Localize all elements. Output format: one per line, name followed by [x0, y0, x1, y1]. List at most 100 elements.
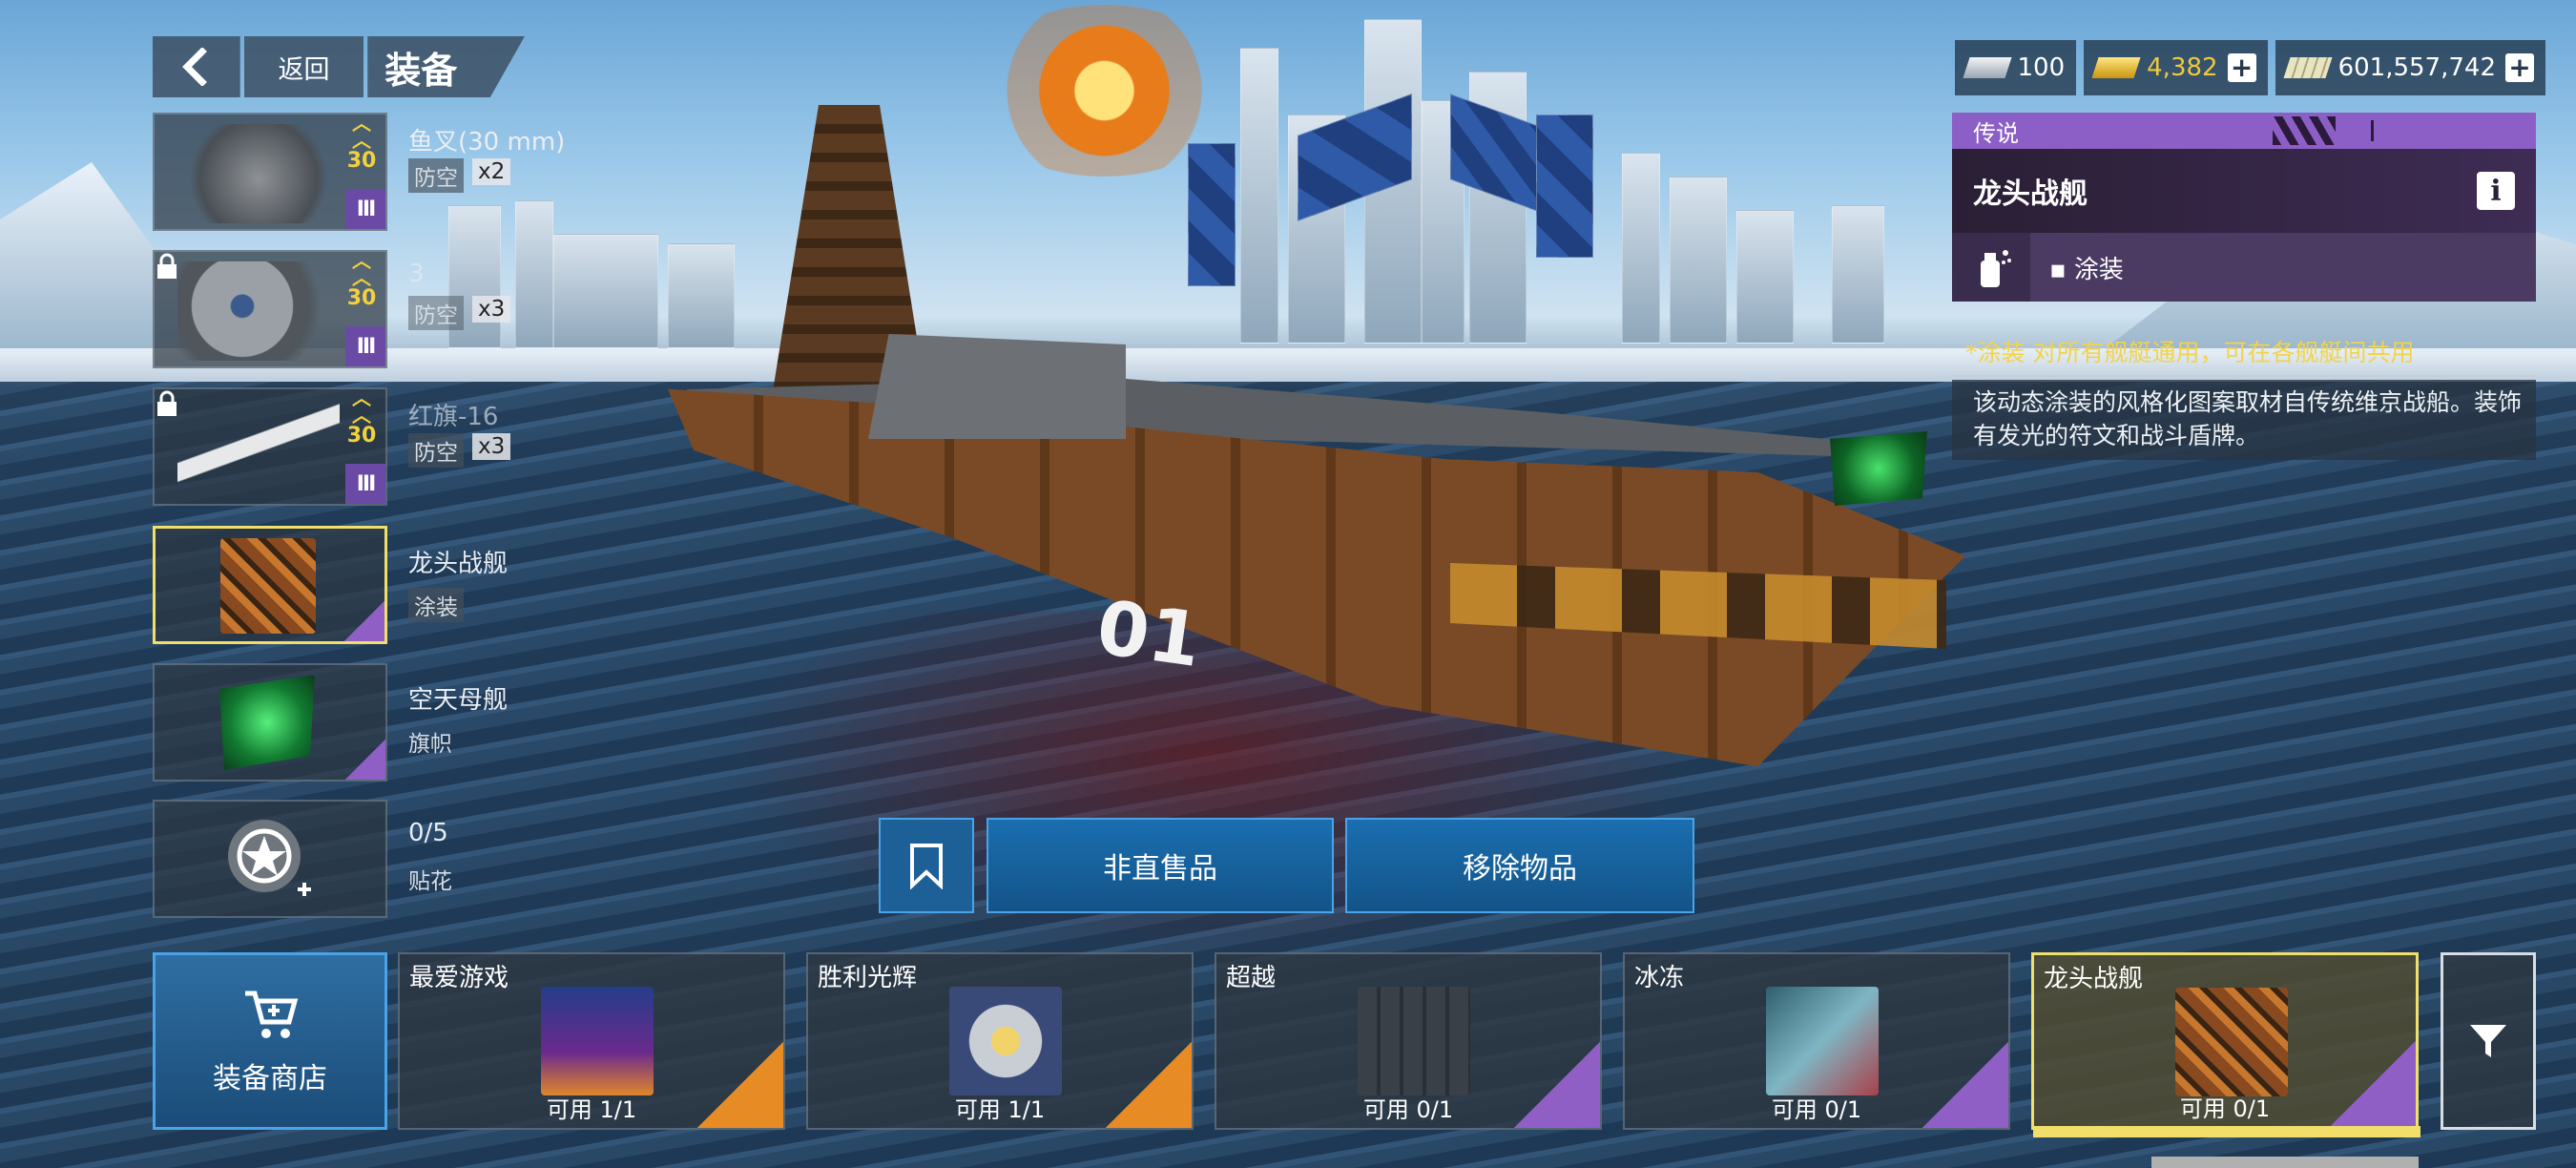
selected-underline: [2033, 1126, 2420, 1137]
skin-name: 龙头战舰: [408, 550, 509, 578]
lock-icon: [157, 253, 177, 279]
building: [1536, 115, 1593, 258]
weapon-count: x3: [472, 296, 511, 323]
weapon-radar-image: [177, 261, 340, 361]
flag-name: 空天母舰: [408, 686, 509, 715]
lock-icon: [157, 390, 177, 416]
green-flag-image: [219, 675, 315, 770]
skin-type: 涂装: [408, 588, 464, 622]
rarity-corner: [344, 601, 384, 641]
weapon-type: 防空: [408, 296, 464, 330]
collection-availability: 可用 1/1: [954, 1096, 1046, 1123]
filter-button[interactable]: [2441, 952, 2536, 1130]
money-amount: 601,557,742: [2337, 53, 2496, 82]
share-notice: *涂装 对所有舰艇通用，可在各舰艇间共用: [1965, 339, 2415, 366]
weapon-level: ︿ ︿ 30: [346, 249, 377, 310]
building: [1240, 48, 1278, 344]
collection-availability: 可用 1/1: [546, 1096, 637, 1123]
victory-star-image: [949, 987, 1062, 1095]
silver-bar-icon: [1962, 57, 2012, 78]
rarity-corner: [345, 740, 385, 780]
weapon-missile-image: [177, 399, 340, 498]
building: [515, 200, 553, 348]
info-button[interactable]: i: [2477, 172, 2515, 210]
gold-bar-icon: [2091, 57, 2141, 78]
mw4-collection-image: [541, 987, 654, 1095]
collection-availability: 可用 0/1: [1362, 1096, 1454, 1123]
ship-turret: [868, 334, 1126, 439]
skin-slot[interactable]: [153, 526, 387, 644]
shopping-cart-icon: [245, 991, 299, 1038]
back-label[interactable]: 返回: [243, 36, 364, 97]
tier-badge: III: [345, 326, 385, 366]
collection-name: 龙头战舰: [2044, 965, 2144, 993]
page-title: 装备: [367, 36, 525, 97]
shop-label: 装备商店: [213, 1062, 327, 1095]
rarity-tick: [2371, 120, 2374, 141]
add-money-button[interactable]: +: [2505, 53, 2534, 82]
collection-name: 超越: [1226, 964, 1277, 992]
collection-card[interactable]: 最爱游戏 可用 1/1: [398, 952, 785, 1130]
weapon-level: ︿ ︿ 30: [346, 112, 377, 173]
skin-title-box: 龙头战舰 i: [1952, 149, 2536, 233]
building: [1622, 153, 1660, 344]
hull-number: 01: [1091, 584, 1207, 685]
top-nav: 返回 装备: [153, 36, 525, 97]
remove-item-button[interactable]: 移除物品: [1345, 818, 1694, 913]
decal-type: 贴花: [408, 869, 452, 894]
equipment-shop-button[interactable]: 装备商店: [153, 952, 387, 1130]
silver-amount: 100: [2017, 53, 2066, 82]
equipment-slot-3[interactable]: ︿ ︿ 30 III: [153, 387, 387, 506]
weapon-name: 鱼叉(30 mm): [408, 128, 566, 156]
gold-amount: 4,382: [2147, 53, 2218, 82]
building: [1188, 143, 1236, 286]
collection-availability: 可用 0/1: [2179, 1095, 2271, 1122]
equipment-slot-2[interactable]: ︿ ︿ 30 III: [153, 250, 387, 368]
flag-type: 旗帜: [408, 732, 452, 757]
currency-silver: 100: [1954, 40, 2077, 95]
viking-skin-image: [220, 538, 316, 634]
bookmark-button[interactable]: [879, 818, 974, 913]
collection-card[interactable]: 冰冻 可用 0/1: [1623, 952, 2010, 1130]
currency-money: 601,557,742 +: [2275, 40, 2545, 95]
collection-card-selected[interactable]: 龙头战舰 可用 0/1: [2031, 952, 2419, 1130]
building: [553, 234, 658, 348]
weapon-count: x2: [472, 158, 511, 185]
weapon-type: 防空: [408, 158, 464, 193]
equipment-slot-1[interactable]: ︿ ︿ 30 III: [153, 113, 387, 231]
viking-skin-image: [2175, 988, 2288, 1096]
add-decal-icon: [228, 820, 311, 896]
collection-name: 胜利光辉: [818, 964, 918, 992]
collection-availability: 可用 0/1: [1771, 1096, 1862, 1123]
weapon-turret-image: [177, 124, 340, 223]
flag-slot[interactable]: [153, 663, 387, 782]
decal-slot[interactable]: [153, 800, 387, 918]
filter-icon: [2470, 1025, 2506, 1057]
weapon-level: ︿ ︿ 30: [346, 386, 377, 448]
divider: [1952, 375, 2536, 377]
weapon-name: 3: [408, 260, 425, 288]
rarity-bar: 传说: [1952, 113, 2536, 149]
frozen-collection-image: [1766, 987, 1879, 1095]
currency-gold: 4,382 +: [2084, 40, 2268, 95]
building: [1736, 210, 1794, 344]
chevron-left-icon: [181, 48, 207, 86]
building: [1670, 177, 1727, 344]
tier-badge: III: [345, 464, 385, 504]
weapon-name: 红旗-16: [408, 403, 499, 431]
building: [668, 243, 735, 348]
not-for-sale-button[interactable]: 非直售品: [987, 818, 1334, 913]
currency-bar: 100 4,382 + 601,557,742 +: [1954, 40, 2545, 95]
bookmark-icon: [910, 844, 943, 889]
back-button[interactable]: [153, 36, 240, 97]
money-stack-icon: [2283, 57, 2333, 78]
collection-card[interactable]: 胜利光辉 可用 1/1: [806, 952, 1194, 1130]
transcend-collection-image: [1358, 987, 1470, 1095]
collection-card[interactable]: 超越 可用 0/1: [1215, 952, 1602, 1130]
weapon-type: 防空: [408, 433, 464, 468]
add-gold-button[interactable]: +: [2227, 53, 2256, 82]
rarity-label: 传说: [1973, 119, 2019, 147]
weapon-count: x3: [472, 433, 511, 460]
decal-count: 0/5: [408, 819, 448, 847]
paint-spray-icon: [1952, 233, 2030, 302]
